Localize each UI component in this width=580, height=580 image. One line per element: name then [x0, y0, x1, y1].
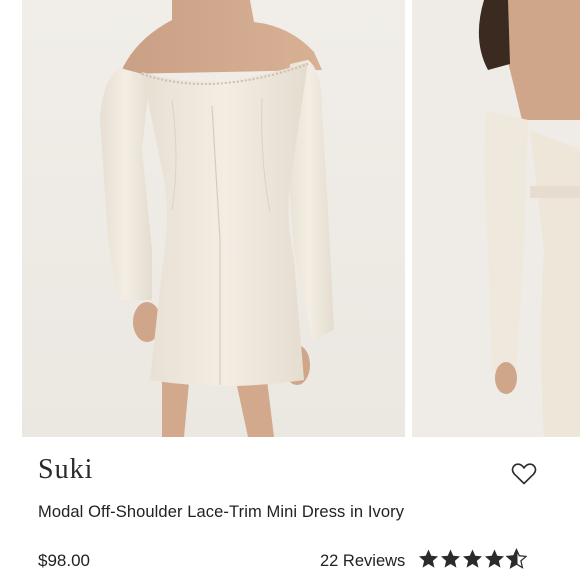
- star-icon: [440, 549, 461, 568]
- brand-name[interactable]: Suki: [38, 454, 93, 486]
- heart-outline-icon[interactable]: [511, 462, 537, 486]
- rating-stars[interactable]: [418, 548, 527, 570]
- star-icon: [418, 549, 439, 568]
- product-photo-front[interactable]: [22, 0, 405, 437]
- product-info-panel: Suki Modal Off-Shoulder Lace-Trim Mini D…: [0, 440, 580, 580]
- star-icon: [484, 549, 505, 568]
- product-price: $98.00: [38, 551, 90, 570]
- dress-back-illustration: [412, 0, 580, 437]
- product-image-gallery[interactable]: [0, 0, 580, 440]
- star-icon: [462, 549, 483, 568]
- reviews-link[interactable]: 22 Reviews: [320, 552, 405, 571]
- product-photo-back[interactable]: [412, 0, 580, 437]
- dress-front-illustration: [22, 0, 405, 437]
- star-half-icon: [506, 548, 527, 569]
- product-title[interactable]: Modal Off-Shoulder Lace-Trim Mini Dress …: [38, 503, 404, 522]
